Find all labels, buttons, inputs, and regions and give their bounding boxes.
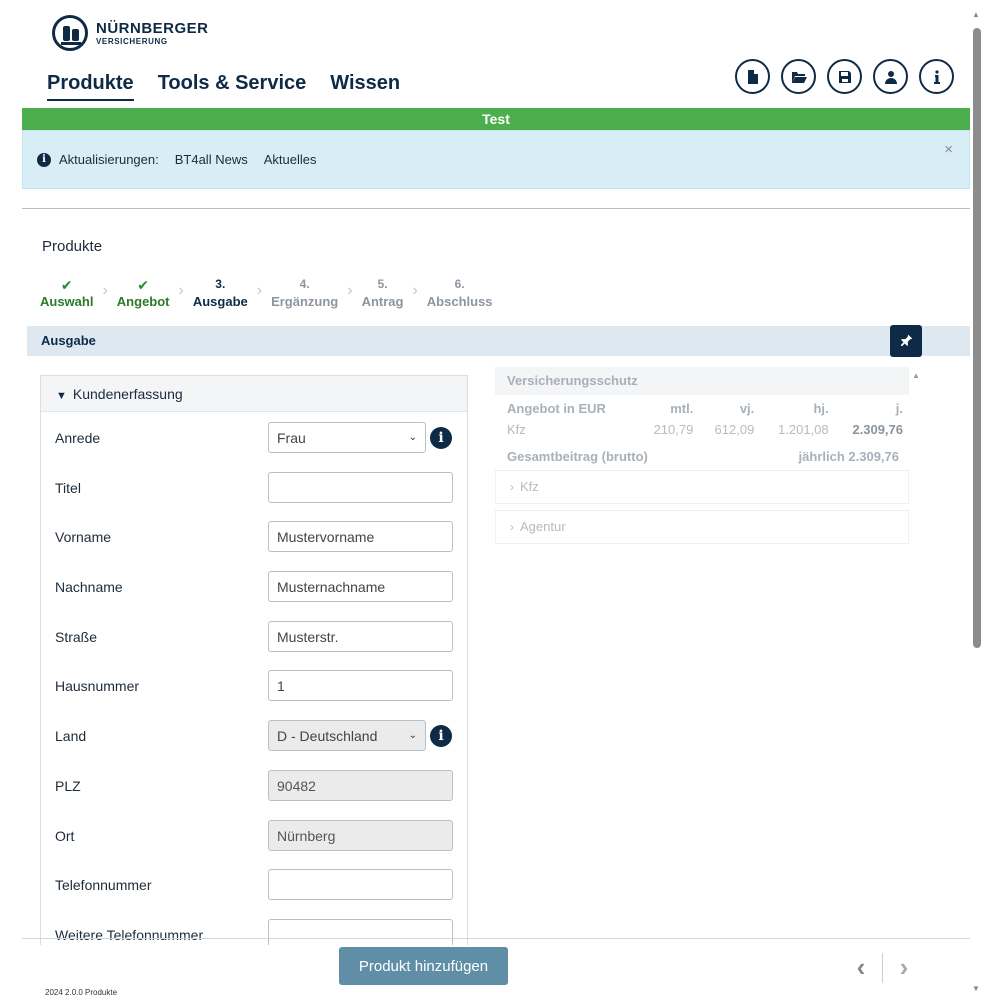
- table-header-row: Angebot in EUR mtl. vj. hj. j.: [507, 401, 903, 416]
- field-telefonnummer: Telefonnummer: [41, 869, 467, 901]
- form-panel-title: Kundenerfassung: [72, 386, 183, 402]
- field-strasse: Straße: [41, 621, 467, 653]
- pin-icon: [901, 334, 913, 346]
- info-icon[interactable]: [919, 59, 954, 94]
- field-weitere-telefonnummer: Weitere Telefonnummer: [41, 919, 467, 945]
- notice-link-bt4all-news[interactable]: BT4all News: [175, 152, 248, 167]
- accordion-agentur[interactable]: › Agentur: [495, 510, 909, 544]
- summary-scrollbar[interactable]: ▲: [910, 367, 924, 945]
- strasse-input[interactable]: [268, 621, 453, 652]
- version-label: 2024 2.0.0 Produkte: [45, 988, 118, 997]
- notice-link-aktuelles[interactable]: Aktuelles: [264, 152, 317, 167]
- field-land: Land D - Deutschland ⌄ i: [41, 720, 467, 752]
- checkmark-icon: ✔: [137, 277, 150, 293]
- customer-form-panel: ▼ Kundenerfassung Anrede Frau ⌄ i Titel Vo…: [40, 375, 468, 945]
- pin-button[interactable]: [890, 325, 922, 357]
- chevron-down-icon: ⌄: [408, 730, 417, 741]
- page-navigation: ‹ ›: [850, 952, 915, 983]
- chevron-right-icon[interactable]: ›: [893, 952, 915, 983]
- step-ergaenzung[interactable]: 4. Ergänzung: [271, 277, 338, 309]
- vorname-input[interactable]: [268, 521, 453, 552]
- brand-sub: VERSICHERUNG: [96, 36, 168, 46]
- scroll-up-icon[interactable]: ▲: [972, 10, 980, 19]
- chevron-down-icon: ⌄: [408, 432, 417, 443]
- table-row: Kfz 210,79 612,09 1.201,08 2.309,76: [507, 422, 903, 437]
- insurance-summary: Versicherungsschutz Angebot in EUR mtl. …: [495, 367, 909, 945]
- chevron-left-icon[interactable]: ‹: [850, 952, 872, 983]
- summary-table: Angebot in EUR mtl. vj. hj. j. Kfz 210,7…: [495, 397, 909, 441]
- titel-input[interactable]: [268, 472, 453, 503]
- footer-divider: [22, 938, 970, 939]
- step-abschluss[interactable]: 6. Abschluss: [427, 277, 493, 309]
- chevron-right-icon: ›: [347, 282, 353, 299]
- form-panel-header[interactable]: ▼ Kundenerfassung: [41, 376, 467, 412]
- info-circle-icon: i: [37, 152, 51, 167]
- step-auswahl[interactable]: ✔ Auswahl: [40, 277, 93, 309]
- new-document-icon[interactable]: [735, 59, 770, 94]
- chevron-down-icon: ▼: [56, 390, 67, 402]
- page-title: Produkte: [42, 238, 103, 255]
- chevron-right-icon: ›: [102, 282, 108, 299]
- nav-produkte[interactable]: Produkte: [47, 72, 134, 101]
- open-folder-icon[interactable]: [781, 59, 816, 94]
- step-ausgabe[interactable]: 3. Ausgabe: [193, 277, 248, 309]
- field-hausnummer: Hausnummer: [41, 670, 467, 702]
- telefonnummer-input[interactable]: [268, 869, 453, 900]
- user-icon[interactable]: [873, 59, 908, 94]
- anrede-select[interactable]: Frau ⌄: [268, 422, 426, 453]
- land-select[interactable]: D - Deutschland ⌄: [268, 720, 426, 751]
- chevron-right-icon: ›: [510, 480, 514, 494]
- plz-input[interactable]: [268, 770, 453, 801]
- nachname-input[interactable]: [268, 571, 453, 602]
- step-antrag[interactable]: 5. Antrag: [362, 277, 404, 309]
- field-nachname: Nachname: [41, 571, 467, 603]
- field-anrede: Anrede Frau ⌄ i: [41, 422, 467, 454]
- chevron-right-icon: ›: [412, 282, 418, 299]
- ort-input[interactable]: [268, 820, 453, 851]
- info-icon[interactable]: i: [430, 725, 452, 747]
- accordion-kfz[interactable]: › Kfz: [495, 470, 909, 504]
- section-title-bar: Ausgabe: [27, 326, 970, 356]
- brand-name: NÜRNBERGER: [96, 19, 209, 37]
- update-notice: i Aktualisierungen: BT4all News Aktuelle…: [22, 130, 970, 189]
- nav-tools-service[interactable]: Tools & Service: [158, 72, 307, 101]
- chevron-right-icon: ›: [178, 282, 184, 299]
- field-plz: PLZ: [41, 770, 467, 802]
- process-stepper: ✔ Auswahl › ✔ Angebot › 3. Ausgabe › 4. …: [40, 277, 493, 309]
- field-titel: Titel: [41, 472, 467, 504]
- info-icon[interactable]: i: [430, 427, 452, 449]
- scroll-up-icon: ▲: [912, 371, 920, 380]
- brand-logo[interactable]: NÜRNBERGER VERSICHERUNG: [52, 15, 209, 51]
- field-vorname: Vorname: [41, 521, 467, 553]
- chevron-right-icon: ›: [256, 282, 263, 299]
- logo-icon: [52, 15, 88, 51]
- main-nav: Produkte Tools & Service Wissen: [47, 72, 400, 101]
- close-icon[interactable]: ×: [944, 141, 953, 158]
- hausnummer-input[interactable]: [268, 670, 453, 701]
- total-premium: Gesamtbeitrag (brutto) jährlich 2.309,76: [507, 449, 899, 464]
- add-product-button[interactable]: Produkt hinzufügen: [339, 947, 508, 985]
- summary-title: Versicherungsschutz: [495, 367, 909, 395]
- save-icon[interactable]: [827, 59, 862, 94]
- scrollbar-thumb[interactable]: [973, 28, 981, 648]
- field-ort: Ort: [41, 820, 467, 852]
- weitere-telefonnummer-input[interactable]: [268, 919, 453, 945]
- notice-label: Aktualisierungen:: [59, 152, 159, 167]
- toolbar: [735, 59, 954, 94]
- scroll-down-icon[interactable]: ▼: [972, 984, 980, 993]
- checkmark-icon: ✔: [60, 277, 73, 293]
- step-angebot[interactable]: ✔ Angebot: [117, 277, 170, 309]
- chevron-right-icon: ›: [510, 520, 514, 534]
- divider: [22, 208, 970, 209]
- environment-banner: Test: [22, 108, 970, 130]
- nav-wissen[interactable]: Wissen: [330, 72, 400, 101]
